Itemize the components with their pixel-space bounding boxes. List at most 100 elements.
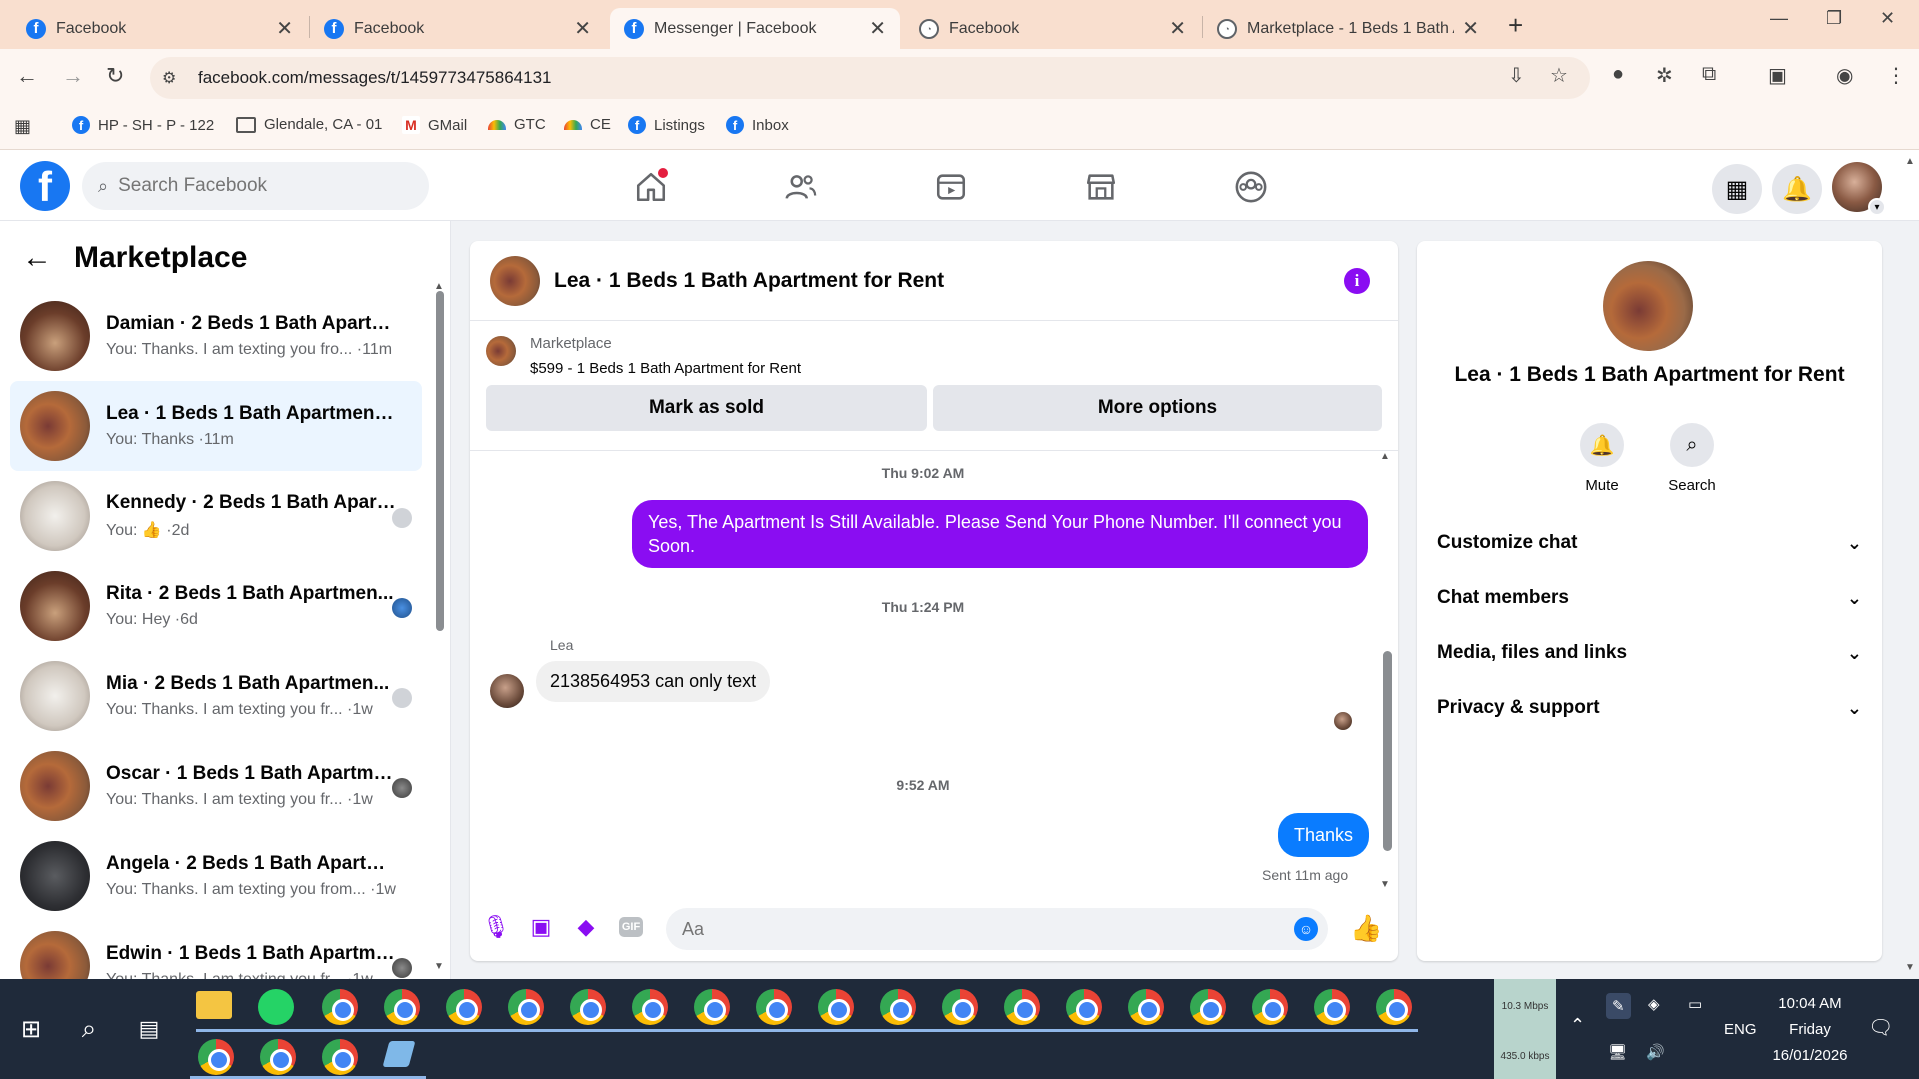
chrome-icon[interactable] [880,989,916,1025]
omnibox[interactable]: ⚙ facebook.com/messages/t/14597734758641… [150,57,1590,99]
system-clock[interactable]: 10:04 AM Friday 16/01/2026 [1760,991,1860,1069]
chrome-icon[interactable] [260,1039,296,1075]
menu-grid-button[interactable]: ▦ [1712,164,1762,214]
restore-icon[interactable]: ❐ [1826,8,1842,29]
extension-icon[interactable]: ✲ [1656,63,1673,88]
sender-avatar[interactable] [490,674,524,708]
scrollbar-thumb[interactable] [1383,651,1392,851]
search-action[interactable]: ⌕ Search [1657,423,1727,494]
scroll-down-icon[interactable]: ▼ [1380,879,1390,890]
chrome-icon[interactable] [1004,989,1040,1025]
site-info-icon[interactable]: ⚙ [162,68,192,88]
file-explorer-icon[interactable] [196,991,232,1019]
profile-icon[interactable]: ◉ [1836,63,1853,88]
chat-scrollbar[interactable]: ▲ ▼ [1380,451,1394,891]
dropbox-icon[interactable]: ◈ [1648,995,1660,1013]
reload-icon[interactable]: ↻ [106,63,124,89]
chrome-icon[interactable] [322,1039,358,1075]
mark-as-sold-button[interactable]: Mark as sold [486,385,927,431]
battery-icon[interactable]: ▭ [1688,995,1702,1013]
close-icon[interactable]: ✕ [276,16,293,41]
url-text[interactable]: facebook.com/messages/t/1459773475864131 [198,68,551,88]
chrome-icon[interactable] [1066,989,1102,1025]
new-tab-button[interactable]: + [1508,10,1523,41]
nav-groups[interactable] [1228,164,1274,210]
section-privacy-support[interactable]: Privacy & support ⌄ [1437,688,1862,728]
volume-icon[interactable]: 🔊 [1646,1043,1665,1061]
bookmark-glendale[interactable]: Glendale, CA - 01 [236,116,382,133]
scrollbar-thumb[interactable] [436,291,444,631]
thumbs-up-icon[interactable]: 👍 [1350,913,1382,944]
incoming-message[interactable]: 2138564953 can only text [536,661,771,702]
chat-avatar[interactable] [490,255,540,306]
close-window-icon[interactable]: ✕ [1880,8,1895,29]
tab-facebook-3[interactable]: ◔ Facebook ✕ [905,8,1200,49]
bell-icon[interactable]: 🔔 [1580,423,1624,467]
gif-icon[interactable]: GIF [619,917,643,937]
apps-grid-icon[interactable]: ▦ [14,116,31,137]
facebook-logo-icon[interactable]: f [20,161,70,211]
conversation-item[interactable]: Angela · 2 Beds 1 Bath Apartment You: Tha… [10,831,422,921]
bookmark-hp[interactable]: f HP - SH - P - 122 [72,116,214,134]
search-input[interactable] [118,175,399,197]
notification-center-icon[interactable]: 🗨 [1868,1015,1893,1040]
tab-search-icon[interactable]: ▣ [1768,63,1787,88]
conversation-item-selected[interactable]: Lea · 1 Beds 1 Bath Apartment fo... You: … [10,381,422,471]
nav-video[interactable] [928,164,974,210]
tab-marketplace[interactable]: ◔ Marketplace - 1 Beds 1 Bath Ap ✕ [1203,8,1493,49]
chevron-up-icon[interactable]: ⌃ [1570,1015,1585,1036]
notifications-button[interactable]: 🔔 [1772,164,1822,214]
search-icon[interactable]: ⌕ [74,1013,104,1044]
bookmark-ce[interactable]: CE [564,116,611,133]
chrome-icon[interactable] [632,989,668,1025]
outgoing-message[interactable]: Yes, The Apartment Is Still Available. P… [632,500,1368,568]
close-icon[interactable]: ✕ [869,16,886,41]
emoji-icon[interactable]: ☺ [1294,917,1318,941]
language-indicator[interactable]: ENG [1724,1021,1757,1038]
task-view-icon[interactable]: ▤ [134,1014,164,1044]
menu-icon[interactable]: ⋮ [1886,63,1906,88]
search-icon[interactable]: ⌕ [1670,423,1714,467]
microphone-icon[interactable]: 🎙 [482,913,510,941]
nav-marketplace[interactable] [1078,164,1124,210]
page-scroll-up-icon[interactable]: ▲ [1905,156,1915,167]
chrome-icon[interactable] [818,989,854,1025]
bookmark-inbox[interactable]: f Inbox [726,116,789,134]
message-input-box[interactable]: ☺ [666,908,1328,950]
conversation-item[interactable]: Damian · 2 Beds 1 Bath Apartme... You: Th… [10,291,422,381]
chrome-icon[interactable] [322,989,358,1025]
section-chat-members[interactable]: Chat members ⌄ [1437,578,1862,618]
network-icon[interactable]: 🖥 [1608,1043,1627,1061]
conversation-item[interactable]: Mia · 2 Beds 1 Bath Apartmen... You: Than… [10,651,422,741]
chrome-icon[interactable] [1376,989,1412,1025]
minimize-icon[interactable]: — [1770,8,1788,29]
tab-facebook-2[interactable]: f Facebook ✕ [310,8,605,49]
section-customize-chat[interactable]: Customize chat ⌄ [1437,523,1862,563]
outgoing-message[interactable]: Thanks [1278,813,1370,857]
bookmark-gmail[interactable]: M GMail [402,116,467,134]
chat-title[interactable]: Lea · 1 Beds 1 Bath Apartment for Rent [554,269,944,293]
chrome-icon[interactable] [384,989,420,1025]
windows-start-icon[interactable]: ⊞ [16,1014,46,1044]
conversation-item[interactable]: Oscar · 1 Beds 1 Bath Apartme... You: Tha… [10,741,422,831]
bookmark-listings[interactable]: f Listings [628,116,705,134]
facebook-search[interactable]: ⌕ [82,162,429,210]
bookmark-star-icon[interactable]: ☆ [1550,63,1568,88]
tab-facebook-1[interactable]: f Facebook ✕ [12,8,307,49]
listing-title[interactable]: $599 - 1 Beds 1 Bath Apartment for Rent [530,360,801,377]
info-icon[interactable]: i [1344,268,1370,294]
close-icon[interactable]: ✕ [1462,16,1479,41]
app-icon[interactable] [382,1041,416,1067]
chrome-icon[interactable] [508,989,544,1025]
pen-icon[interactable]: ✎ [1606,993,1631,1019]
chrome-icon[interactable] [942,989,978,1025]
scroll-down-icon[interactable]: ▼ [434,961,444,972]
mute-action[interactable]: 🔔 Mute [1567,423,1637,494]
conversation-item[interactable]: Rita · 2 Beds 1 Bath Apartmen... You: Hey… [10,561,422,651]
close-icon[interactable]: ✕ [574,16,591,41]
chrome-icon[interactable] [1252,989,1288,1025]
sticker-icon[interactable]: ◆ [572,913,600,941]
photo-icon[interactable]: ▣ [527,913,555,941]
more-options-button[interactable]: More options [933,385,1382,431]
conversation-item[interactable]: Edwin · 1 Beds 1 Bath Apartme... You: Tha… [10,921,422,979]
